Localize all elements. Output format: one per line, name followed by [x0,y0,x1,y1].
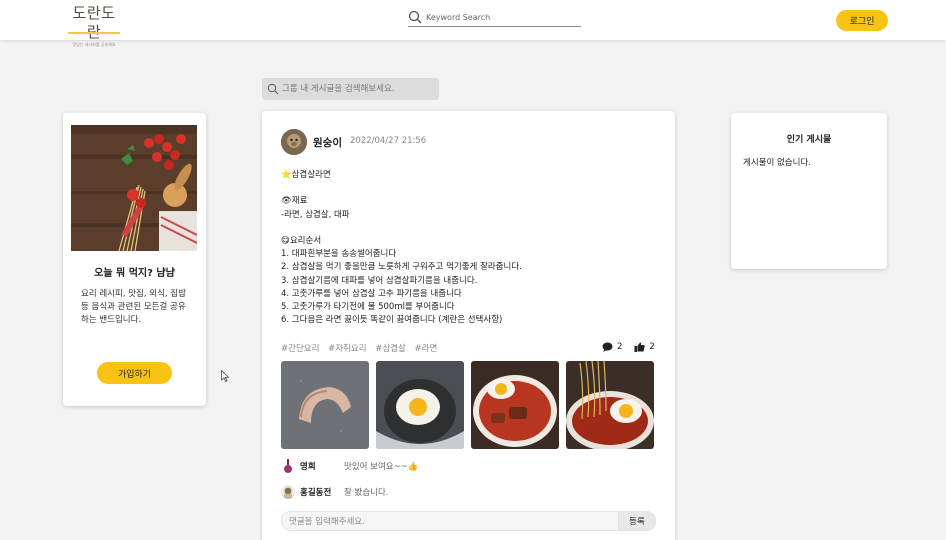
commenter-name[interactable]: 홍길동전 [300,486,344,498]
search-icon [267,83,279,95]
popular-posts-empty: 게시물이 없습니다. [743,158,811,168]
post-line: 1. 대파흰부분을 송송썰어줍니다 [281,249,397,260]
keyword-search-input[interactable] [426,10,576,24]
tag[interactable]: #라면 [415,344,438,354]
comment-item: 영희 맛있어 보여요~~👍 [281,459,418,473]
tag[interactable]: #삼겹살 [375,344,406,354]
photo-fried-egg[interactable] [376,361,464,449]
post-line: 👁재료 [281,196,308,207]
logo-underline [68,32,120,34]
post-line: 4. 고춧가루를 넣어 삼겹살 고추 파기름을 내줍니다 [281,288,462,299]
post-tags: #간단요리 #자취요리 #삼겹살 #라면 [281,342,443,354]
post-photos [281,361,654,449]
mouse-cursor-icon [221,370,229,382]
search-icon[interactable] [408,10,422,24]
photo-ramen-egg[interactable] [471,361,559,449]
post-line: ⭐삼겹살라면 [281,170,331,180]
post-line: 5. 고춧가루가 타기전에 물 500ml를 부어줍니다 [281,302,455,312]
group-search-input[interactable] [282,82,432,96]
thumbs-up-icon[interactable] [634,342,646,352]
comment-item: 홍길동전 잘 봤습니다. [281,485,389,499]
author-avatar[interactable] [281,129,307,155]
comment-icon[interactable] [602,342,613,352]
post-line: 😋요리순서 [281,235,322,246]
like-count: 2 [649,342,655,352]
popular-posts-card: 인기 게시물 게시물이 없습니다. [731,113,887,269]
commenter-avatar[interactable] [281,459,295,473]
site-logo[interactable]: 도란도란 맛있는 레시피를 공유해요 [66,4,122,47]
author-name[interactable]: 원숭이 [313,135,342,150]
login-button[interactable]: 로그인 [836,10,888,31]
commenter-avatar[interactable] [281,485,295,499]
band-info-card: 오늘 뭐 먹지? 냠냠 요리 레시피, 맛집, 외식, 집밥 등 음식과 관련된… [63,113,206,406]
logo-subtitle: 맛있는 레시피를 공유해요 [72,42,116,47]
post-date: 2022/04/27 21:56 [350,136,427,146]
keyword-search [408,9,581,27]
post-line [281,222,661,235]
tag[interactable]: #간단요리 [281,344,319,354]
logo-title: 도란도란 [72,4,116,41]
popular-posts-title: 인기 게시물 [786,135,832,145]
commenter-name[interactable]: 영희 [300,460,344,472]
band-cover-image [71,125,197,251]
post-counts: 2 2 [602,342,667,352]
comment-input-box: 등록 [281,511,656,531]
photo-ramen-noodles[interactable] [566,361,654,449]
comment-text: 맛있어 보여요~~👍 [344,462,419,472]
band-title: 오늘 뭐 먹지? 냠냠 [94,268,175,279]
post-line: 6. 그다음은 라면 끓이듯 똑같이 끓여줍니다 (계란은 선택사항) [281,315,503,326]
group-search [262,78,439,100]
post-card: 원숭이 2022/04/27 21:56 ⭐삼겹살라면 👁재료 -라면, 삼겹살… [262,111,675,540]
comment-count: 2 [617,342,623,352]
top-header: 도란도란 맛있는 레시피를 공유해요 로그인 [0,0,946,47]
post-line [281,182,661,195]
comment-text: 잘 봤습니다. [344,488,389,498]
post-body: ⭐삼겹살라면 👁재료 -라면, 삼겹살, 대파 😋요리순서 1. 대파흰부분을 … [281,169,661,327]
comment-input[interactable] [289,515,609,528]
post-line: 2. 삼겹살을 먹기 좋을만큼 노릇하게 구워주고 먹기좋게 잘라줍니다. [281,262,522,273]
post-line: 3. 삼겹살기름에 대파를 넣어 삼겹살파기름을 내줍니다. [281,275,478,286]
post-line: -라면, 삼겹살, 대파 [281,209,350,220]
join-button[interactable]: 가입하기 [97,362,172,384]
band-description: 요리 레시피, 맛집, 외식, 집밥 등 음식과 관련된 모든걸 공유하는 밴드… [81,289,186,325]
tag[interactable]: #자취요리 [328,344,366,354]
photo-pork-belly[interactable] [281,361,369,449]
submit-comment-button[interactable]: 등록 [618,511,656,531]
